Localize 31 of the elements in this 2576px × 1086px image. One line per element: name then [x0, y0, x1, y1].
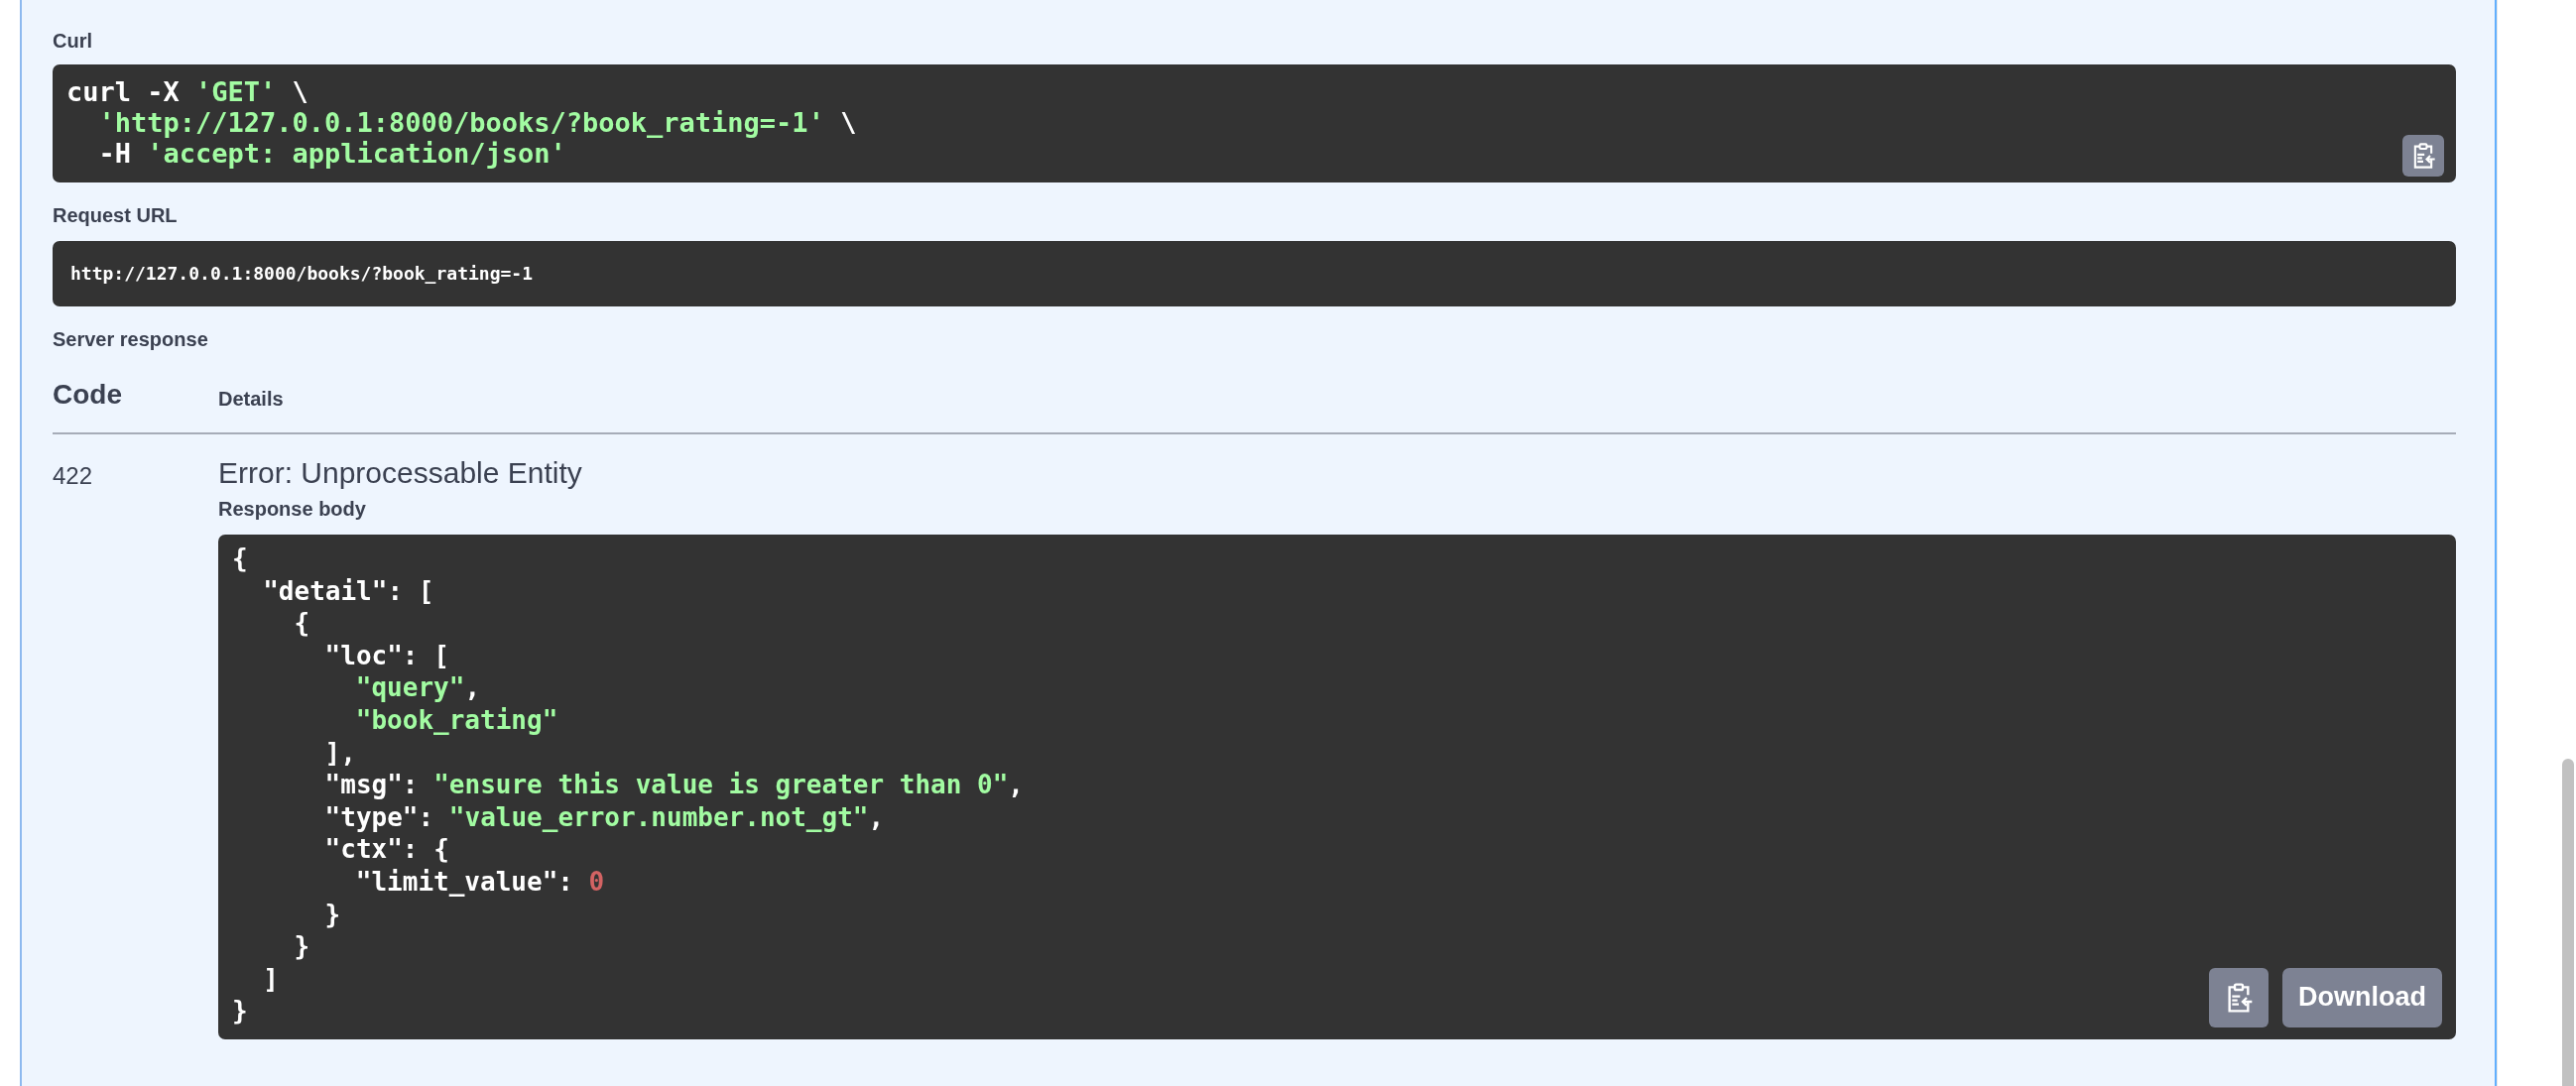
code-line: } [324, 898, 341, 931]
code-line: "book_rating" [355, 703, 558, 737]
code-line: ], [324, 736, 356, 770]
section-label: Response body [218, 498, 367, 521]
code-line: curl -X 'GET' \ [66, 76, 308, 107]
code-line: "query", [355, 671, 481, 704]
column-header: Details [218, 388, 285, 411]
column-header: Code [53, 379, 123, 411]
status-code: 422 [53, 461, 94, 491]
copy-button[interactable] [2402, 135, 2444, 177]
code-line: "detail": [ [263, 574, 434, 608]
section-label: Curl [53, 30, 93, 53]
status-text: Error: Unprocessable Entity [218, 456, 583, 490]
url-text: http://127.0.0.1:8000/books/?book_rating=-1 [53, 241, 2456, 306]
download-button[interactable]: Download [2282, 967, 2442, 1027]
code-line: "ctx": { [324, 833, 449, 866]
code-line: { [294, 607, 310, 640]
section-label: Request URL [53, 204, 179, 227]
copy-button[interactable] [2209, 967, 2269, 1027]
code-line: -H 'accept: application/json' [98, 138, 566, 169]
code-line: "limit_value": 0 [355, 865, 605, 899]
code-line: { [232, 543, 248, 575]
scrollbar-thumb[interactable] [2562, 759, 2574, 1086]
code-line: 'http://127.0.0.1:8000/books/?book_rating=-1' \ [98, 107, 857, 138]
section-label: Server response [53, 328, 209, 351]
code-line: "loc": [ [324, 639, 449, 672]
code-line: } [232, 995, 248, 1027]
code-line: "type": "value_error.number.not_gt", [324, 800, 885, 834]
code-line: ] [263, 962, 279, 996]
code-line: "msg": "ensure this value is greater than 0", [324, 769, 1024, 801]
code-line: } [294, 930, 310, 963]
